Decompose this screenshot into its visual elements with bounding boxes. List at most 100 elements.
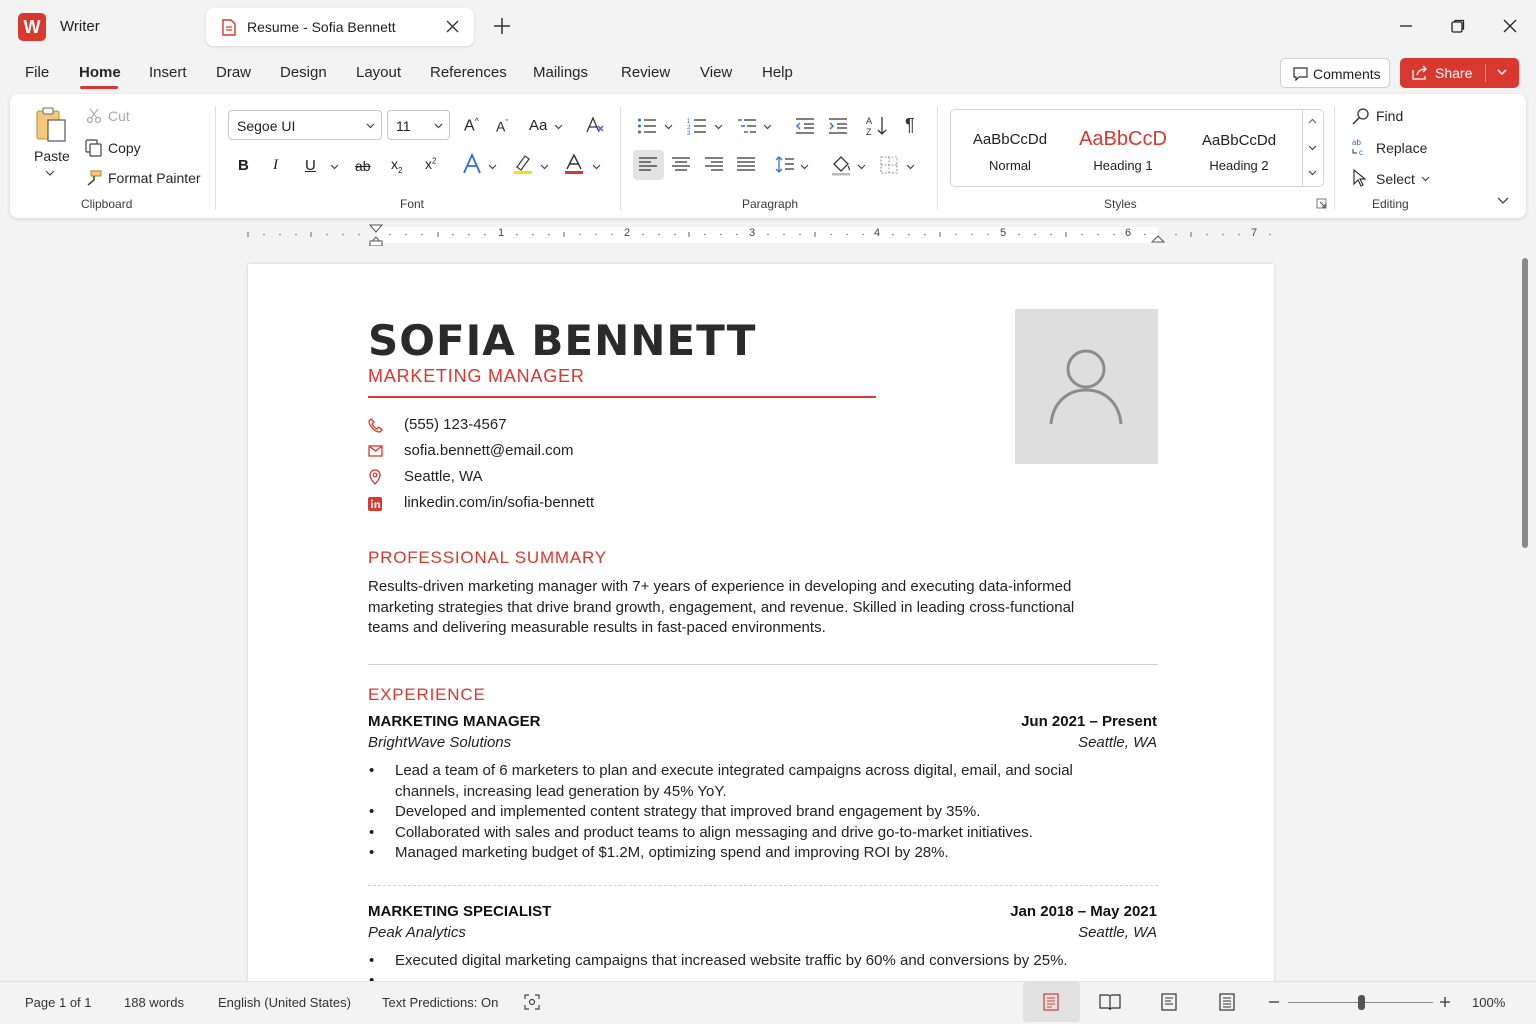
text-effects-icon[interactable]: [462, 153, 482, 175]
copy-icon[interactable]: [85, 139, 103, 157]
paste-label[interactable]: Paste: [34, 148, 70, 164]
format-painter-label[interactable]: Format Painter: [108, 170, 201, 186]
numbering-icon[interactable]: 123: [687, 117, 707, 135]
collapse-ribbon-icon[interactable]: [1497, 197, 1509, 205]
chevron-down-icon[interactable]: [554, 124, 563, 130]
font-family-select[interactable]: Segoe UI: [228, 110, 382, 140]
chevron-down-icon[interactable]: [592, 164, 601, 170]
share-button[interactable]: Share: [1400, 58, 1519, 88]
style-name-normal[interactable]: Normal: [955, 158, 1065, 173]
align-center-icon[interactable]: [671, 156, 691, 173]
zoom-level[interactable]: 100%: [1472, 995, 1505, 1010]
contact-linkedin[interactable]: linkedin.com/in/sofia-bennett: [404, 494, 594, 511]
chevron-down-icon[interactable]: [1421, 176, 1430, 182]
menu-help[interactable]: Help: [762, 64, 793, 81]
shrink-font-icon[interactable]: Aˇ: [496, 118, 508, 135]
page-count[interactable]: Page 1 of 1: [25, 995, 92, 1010]
borders-icon[interactable]: [880, 156, 898, 174]
style-name-heading-2[interactable]: Heading 2: [1184, 158, 1294, 173]
text-predictions-status[interactable]: Text Predictions: On: [382, 995, 498, 1010]
style-preview-heading-2[interactable]: AaBbCcDd: [1184, 132, 1294, 149]
restore-icon[interactable]: [1450, 18, 1466, 34]
focus-icon[interactable]: [524, 994, 540, 1010]
font-color-icon[interactable]: [564, 153, 584, 175]
document-tab[interactable]: Resume - Sofia Bennett: [206, 8, 474, 46]
chevron-down-icon[interactable]: [763, 124, 772, 130]
chevron-down-icon[interactable]: [45, 170, 55, 177]
zoom-slider-thumb[interactable]: [1357, 995, 1365, 1010]
copy-label[interactable]: Copy: [108, 140, 141, 156]
cut-icon[interactable]: [86, 108, 102, 124]
paste-icon[interactable]: [34, 106, 68, 144]
style-name-heading-1[interactable]: Heading 1: [1068, 158, 1178, 173]
outline-view-icon[interactable]: [1219, 993, 1235, 1011]
superscript-icon[interactable]: x2: [425, 156, 436, 172]
bold-icon[interactable]: B: [238, 157, 249, 174]
format-painter-icon[interactable]: [85, 169, 103, 187]
menu-view[interactable]: View: [700, 64, 732, 81]
close-window-icon[interactable]: [1502, 18, 1518, 34]
vertical-scrollbar-thumb[interactable]: [1522, 258, 1528, 548]
chevron-down-icon[interactable]: [488, 164, 497, 170]
comments-button[interactable]: Comments: [1280, 58, 1390, 88]
menu-review[interactable]: Review: [621, 64, 670, 81]
menu-references[interactable]: References: [430, 64, 507, 81]
chevron-down-icon[interactable]: [857, 164, 866, 170]
find-icon[interactable]: [1352, 107, 1370, 125]
clear-formatting-icon[interactable]: [586, 116, 606, 134]
chevron-down-icon[interactable]: [540, 164, 549, 170]
cut-label[interactable]: Cut: [108, 108, 130, 124]
chevron-up-icon[interactable]: [1308, 118, 1317, 124]
change-case-button[interactable]: Aa: [529, 117, 547, 134]
underline-icon[interactable]: U: [305, 157, 316, 174]
minimize-icon[interactable]: [1398, 18, 1414, 34]
style-preview-normal[interactable]: AaBbCcDd: [955, 131, 1065, 148]
chevron-down-icon[interactable]: [714, 124, 723, 130]
read-mode-icon[interactable]: [1099, 993, 1121, 1011]
multilevel-list-icon[interactable]: [737, 117, 757, 135]
menu-insert[interactable]: Insert: [149, 64, 187, 81]
chevron-down-icon[interactable]: [906, 164, 915, 170]
chevron-down-icon[interactable]: [664, 124, 673, 130]
menu-draw[interactable]: Draw: [216, 64, 251, 81]
sort-icon[interactable]: AZ: [866, 115, 888, 137]
styles-more-icon[interactable]: [1308, 170, 1317, 176]
chevron-down-icon[interactable]: [1497, 69, 1507, 76]
show-formatting-icon[interactable]: ¶: [905, 115, 915, 136]
replace-icon[interactable]: ab c: [1351, 138, 1369, 156]
find-label[interactable]: Find: [1376, 108, 1403, 124]
word-count[interactable]: 188 words: [124, 995, 184, 1010]
profile-photo-placeholder[interactable]: [1015, 309, 1158, 464]
italic-icon[interactable]: I: [273, 157, 278, 174]
dialog-launcher-icon[interactable]: [1316, 198, 1327, 209]
decrease-indent-icon[interactable]: [795, 117, 815, 135]
chevron-down-icon[interactable]: [1308, 145, 1317, 151]
chevron-down-icon[interactable]: [800, 164, 809, 170]
close-tab-icon[interactable]: [446, 20, 459, 33]
zoom-in-icon[interactable]: [1439, 996, 1451, 1008]
replace-label[interactable]: Replace: [1376, 140, 1427, 156]
chevron-down-icon[interactable]: [330, 164, 339, 170]
align-left-icon[interactable]: [638, 156, 658, 173]
menu-mailings[interactable]: Mailings: [533, 64, 588, 81]
menu-file[interactable]: File: [25, 64, 49, 81]
grow-font-icon[interactable]: A^: [464, 116, 479, 135]
language-status[interactable]: English (United States): [218, 995, 351, 1010]
new-tab-icon[interactable]: [492, 16, 512, 36]
menu-home[interactable]: Home: [79, 64, 121, 81]
justify-icon[interactable]: [736, 156, 756, 173]
print-layout-icon[interactable]: [1043, 993, 1059, 1011]
shading-icon[interactable]: [830, 154, 852, 176]
subscript-icon[interactable]: x2: [391, 156, 402, 175]
strikethrough-icon[interactable]: ab: [355, 158, 371, 174]
increase-indent-icon[interactable]: [828, 117, 848, 135]
document-page[interactable]: SOFIA BENNETT MARKETING MANAGER (555) 12…: [248, 264, 1274, 984]
web-layout-icon[interactable]: [1161, 993, 1177, 1011]
style-preview-heading-1[interactable]: AaBbCcD: [1068, 128, 1178, 151]
bullets-icon[interactable]: [637, 117, 657, 135]
zoom-out-icon[interactable]: [1268, 1001, 1280, 1003]
highlight-icon[interactable]: [513, 153, 533, 175]
menu-layout[interactable]: Layout: [356, 64, 401, 81]
align-right-icon[interactable]: [704, 156, 724, 173]
line-spacing-icon[interactable]: [775, 155, 795, 174]
